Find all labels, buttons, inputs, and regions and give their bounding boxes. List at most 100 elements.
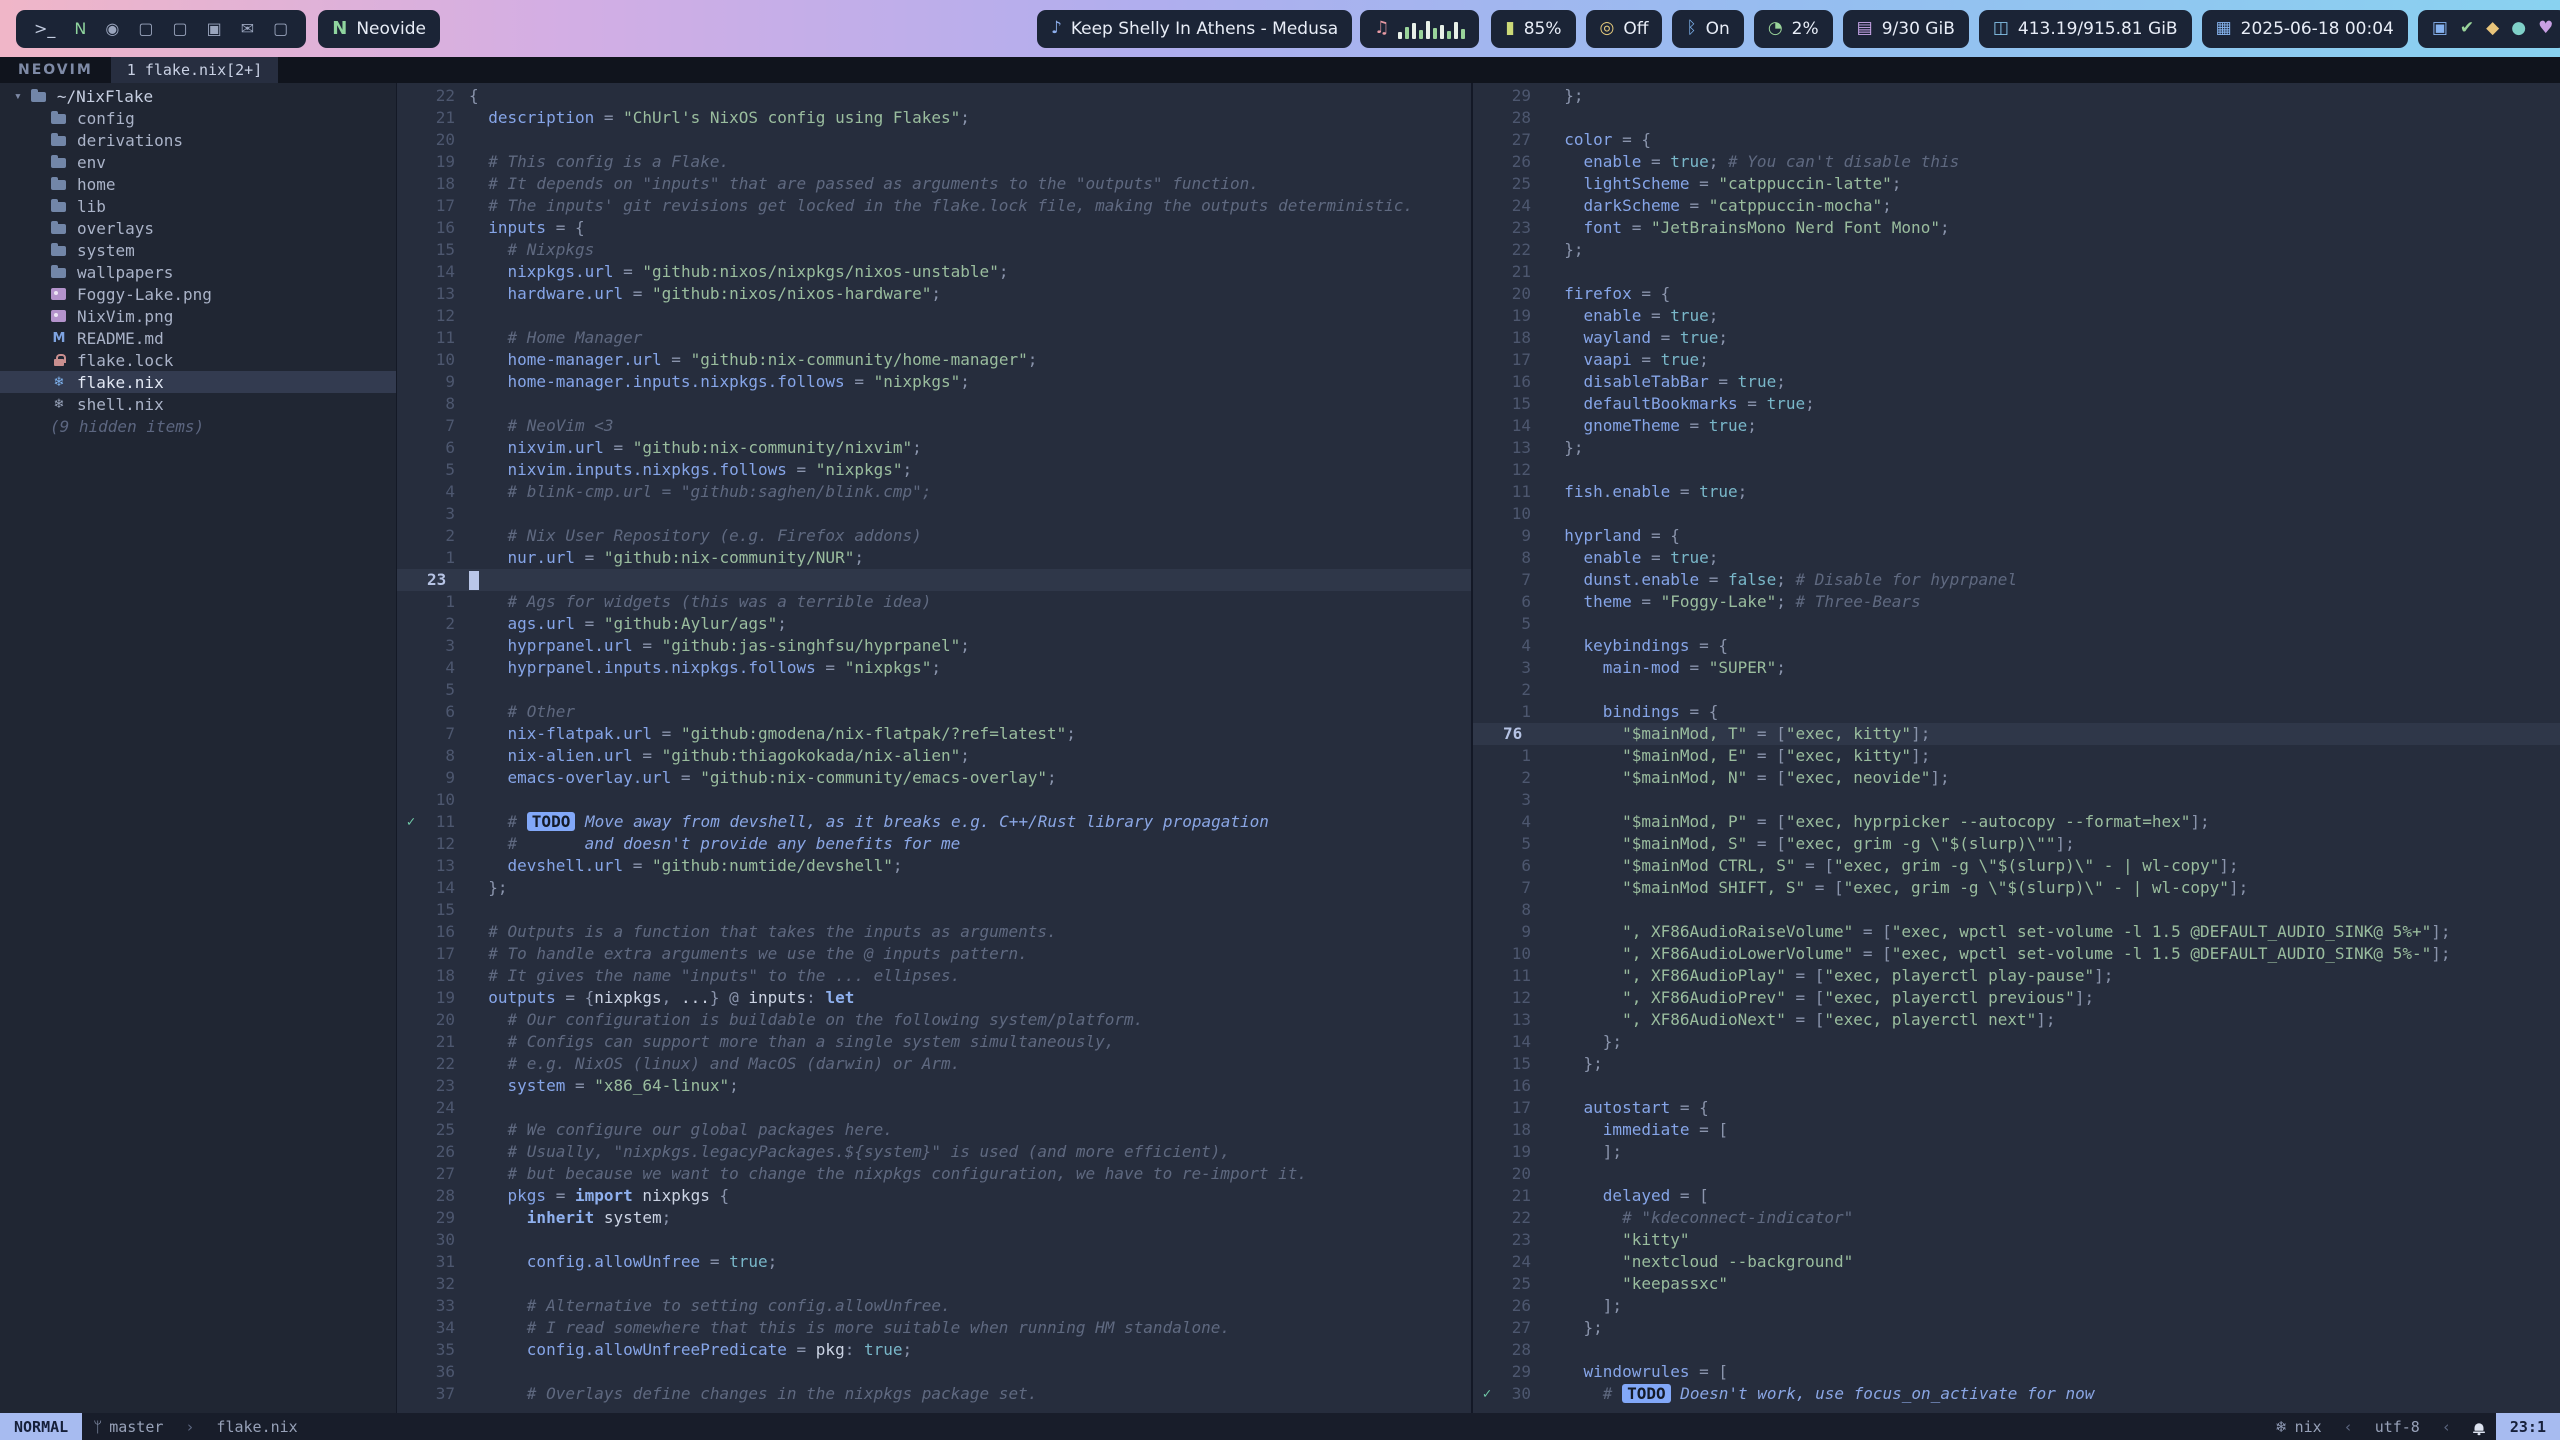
music-title-pill[interactable]: ♪ Keep Shelly In Athens - Medusa bbox=[1037, 10, 1352, 48]
clock-pill[interactable]: ▦2025-06-18 00:04 bbox=[2202, 10, 2408, 48]
music-visualizer-pill[interactable]: ♫ bbox=[1360, 10, 1479, 48]
tray-app-purple-icon[interactable]: ♥ bbox=[2538, 20, 2553, 37]
code-line[interactable]: 29 inherit system; bbox=[397, 1207, 1471, 1229]
code-line[interactable]: 14 }; bbox=[1473, 1031, 2560, 1053]
code-line[interactable]: 33 # Alternative to setting config.allow… bbox=[397, 1295, 1471, 1317]
disk-pill[interactable]: ◫413.19/915.81 GiB bbox=[1979, 10, 2192, 48]
tree-item-readme.md[interactable]: MREADME.md bbox=[0, 327, 396, 349]
code-line[interactable]: ✓30 # TODO Doesn't work, use focus_on_ac… bbox=[1473, 1383, 2560, 1405]
code-line[interactable]: 4 hyprpanel.inputs.nixpkgs.follows = "ni… bbox=[397, 657, 1471, 679]
code-line[interactable]: 18 # It depends on "inputs" that are pas… bbox=[397, 173, 1471, 195]
workspaces-pill[interactable]: >_N◉▢▢▣✉▢ bbox=[16, 10, 306, 48]
code-line[interactable]: 22 }; bbox=[1473, 239, 2560, 261]
tree-item-config[interactable]: config bbox=[0, 107, 396, 129]
code-line[interactable]: 29 windowrules = [ bbox=[1473, 1361, 2560, 1383]
window-4-workspace-icon[interactable]: ▢ bbox=[138, 19, 153, 38]
code-line[interactable]: 21 description = "ChUrl's NixOS config u… bbox=[397, 107, 1471, 129]
code-line[interactable]: 14 nixpkgs.url = "github:nixos/nixpkgs/n… bbox=[397, 261, 1471, 283]
tree-item-lib[interactable]: lib bbox=[0, 195, 396, 217]
code-line[interactable]: 13 ", XF86AudioNext" = ["exec, playerctl… bbox=[1473, 1009, 2560, 1031]
code-line[interactable]: 21 delayed = [ bbox=[1473, 1185, 2560, 1207]
code-line[interactable]: 18 # It gives the name "inputs" to the .… bbox=[397, 965, 1471, 987]
code-line[interactable]: 76 "$mainMod, T" = ["exec, kitty"]; bbox=[1473, 723, 2560, 745]
code-line[interactable]: 13 hardware.url = "github:nixos/nixos-ha… bbox=[397, 283, 1471, 305]
code-line[interactable]: 10 bbox=[1473, 503, 2560, 525]
code-line[interactable]: 8 nix-alien.url = "github:thiagokokada/n… bbox=[397, 745, 1471, 767]
code-line[interactable]: 16 # Outputs is a function that takes th… bbox=[397, 921, 1471, 943]
code-line[interactable]: 1 "$mainMod, E" = ["exec, kitty"]; bbox=[1473, 745, 2560, 767]
code-line[interactable]: 21 bbox=[1473, 261, 2560, 283]
code-line[interactable]: 31 config.allowUnfree = true; bbox=[397, 1251, 1471, 1273]
code-line[interactable]: 12 bbox=[1473, 459, 2560, 481]
code-line[interactable]: 27 }; bbox=[1473, 1317, 2560, 1339]
tray-check-icon[interactable]: ✔ bbox=[2460, 20, 2474, 37]
neovide-window-pill[interactable]: N Neovide bbox=[318, 10, 440, 48]
code-line[interactable]: 4 # blink-cmp.url = "github:saghen/blink… bbox=[397, 481, 1471, 503]
code-line[interactable]: 23 "kitty" bbox=[1473, 1229, 2560, 1251]
code-line[interactable]: 24 darkScheme = "catppuccin-mocha"; bbox=[1473, 195, 2560, 217]
code-line[interactable]: 11 fish.enable = true; bbox=[1473, 481, 2560, 503]
tray-app-teal-icon[interactable]: ● bbox=[2511, 20, 2526, 37]
code-line[interactable]: 5 bbox=[1473, 613, 2560, 635]
code-line[interactable]: 22 # e.g. NixOS (linux) and MacOS (darwi… bbox=[397, 1053, 1471, 1075]
battery-pill[interactable]: ▮85% bbox=[1491, 10, 1575, 48]
window-5-workspace-icon[interactable]: ▢ bbox=[172, 19, 187, 38]
code-line[interactable]: 17 # To handle extra arguments we use th… bbox=[397, 943, 1471, 965]
code-line[interactable]: 5 "$mainMod, S" = ["exec, grim -g \"$(sl… bbox=[1473, 833, 2560, 855]
code-line[interactable]: 9 ", XF86AudioRaiseVolume" = ["exec, wpc… bbox=[1473, 921, 2560, 943]
code-line[interactable]: 24 "nextcloud --background" bbox=[1473, 1251, 2560, 1273]
code-line[interactable]: 7 dunst.enable = false; # Disable for hy… bbox=[1473, 569, 2560, 591]
code-line[interactable]: 28 bbox=[1473, 1339, 2560, 1361]
window-8-workspace-icon[interactable]: ▢ bbox=[273, 19, 288, 38]
code-line[interactable]: 34 # I read somewhere that this is more … bbox=[397, 1317, 1471, 1339]
code-line[interactable]: 22{ bbox=[397, 85, 1471, 107]
code-line[interactable]: 24 bbox=[397, 1097, 1471, 1119]
idle-inhibitor-pill[interactable]: ◎Off bbox=[1586, 10, 1663, 48]
code-line[interactable]: 3 bbox=[397, 503, 1471, 525]
code-line[interactable]: 25 # We configure our global packages he… bbox=[397, 1119, 1471, 1141]
code-line[interactable]: 32 bbox=[397, 1273, 1471, 1295]
code-line[interactable]: 26 # Usually, "nixpkgs.legacyPackages.${… bbox=[397, 1141, 1471, 1163]
neovim-workspace-icon[interactable]: N bbox=[74, 19, 86, 38]
code-line[interactable]: ✓11 # TODO Move away from devshell, as i… bbox=[397, 811, 1471, 833]
code-line[interactable]: 2 "$mainMod, N" = ["exec, neovide"]; bbox=[1473, 767, 2560, 789]
browser-workspace-icon[interactable]: ◉ bbox=[105, 19, 119, 38]
code-line[interactable]: 26 enable = true; # You can't disable th… bbox=[1473, 151, 2560, 173]
code-line[interactable]: 27 # but because we want to change the n… bbox=[397, 1163, 1471, 1185]
code-line[interactable]: 23 bbox=[397, 569, 1471, 591]
system-tray-pill[interactable]: ▣✔◆●♥ bbox=[2418, 10, 2560, 48]
code-line[interactable]: 8 bbox=[1473, 899, 2560, 921]
code-line[interactable]: 29 }; bbox=[1473, 85, 2560, 107]
memory-pill[interactable]: ▤9/30 GiB bbox=[1843, 10, 1969, 48]
code-line[interactable]: 19 outputs = {nixpkgs, ...} @ inputs: le… bbox=[397, 987, 1471, 1009]
code-line[interactable]: 6 "$mainMod CTRL, S" = ["exec, grim -g \… bbox=[1473, 855, 2560, 877]
code-line[interactable]: 7 # NeoVim <3 bbox=[397, 415, 1471, 437]
code-line[interactable]: 10 ", XF86AudioLowerVolume" = ["exec, wp… bbox=[1473, 943, 2560, 965]
code-line[interactable]: 15 }; bbox=[1473, 1053, 2560, 1075]
code-line[interactable]: 2 ags.url = "github:Aylur/ags"; bbox=[397, 613, 1471, 635]
code-line[interactable]: 15 bbox=[397, 899, 1471, 921]
code-line[interactable]: 28 pkgs = import nixpkgs { bbox=[397, 1185, 1471, 1207]
code-line[interactable]: 16 inputs = { bbox=[397, 217, 1471, 239]
terminal-workspace-icon[interactable]: >_ bbox=[34, 19, 55, 38]
tree-item-foggy-lake.png[interactable]: Foggy-Lake.png bbox=[0, 283, 396, 305]
code-line[interactable]: 18 wayland = true; bbox=[1473, 327, 2560, 349]
tree-item-env[interactable]: env bbox=[0, 151, 396, 173]
code-line[interactable]: 16 bbox=[1473, 1075, 2560, 1097]
code-line[interactable]: 3 main-mod = "SUPER"; bbox=[1473, 657, 2560, 679]
code-line[interactable]: 5 bbox=[397, 679, 1471, 701]
tree-item-nixvim.png[interactable]: NixVim.png bbox=[0, 305, 396, 327]
code-line[interactable]: 4 "$mainMod, P" = ["exec, hyprpicker --a… bbox=[1473, 811, 2560, 833]
code-line[interactable]: 10 bbox=[397, 789, 1471, 811]
code-line[interactable]: 9 hyprland = { bbox=[1473, 525, 2560, 547]
code-line[interactable]: 25 "keepassxc" bbox=[1473, 1273, 2560, 1295]
code-line[interactable]: 20 bbox=[1473, 1163, 2560, 1185]
tray-app-blue-icon[interactable]: ▣ bbox=[2432, 20, 2448, 37]
code-line[interactable]: 9 emacs-overlay.url = "github:nix-commun… bbox=[397, 767, 1471, 789]
code-line[interactable]: 14 }; bbox=[397, 877, 1471, 899]
code-line[interactable]: 23 font = "JetBrainsMono Nerd Font Mono"… bbox=[1473, 217, 2560, 239]
code-line[interactable]: 18 immediate = [ bbox=[1473, 1119, 2560, 1141]
code-line[interactable]: 11 ", XF86AudioPlay" = ["exec, playerctl… bbox=[1473, 965, 2560, 987]
code-line[interactable]: 11 # Home Manager bbox=[397, 327, 1471, 349]
code-line[interactable]: 8 enable = true; bbox=[1473, 547, 2560, 569]
